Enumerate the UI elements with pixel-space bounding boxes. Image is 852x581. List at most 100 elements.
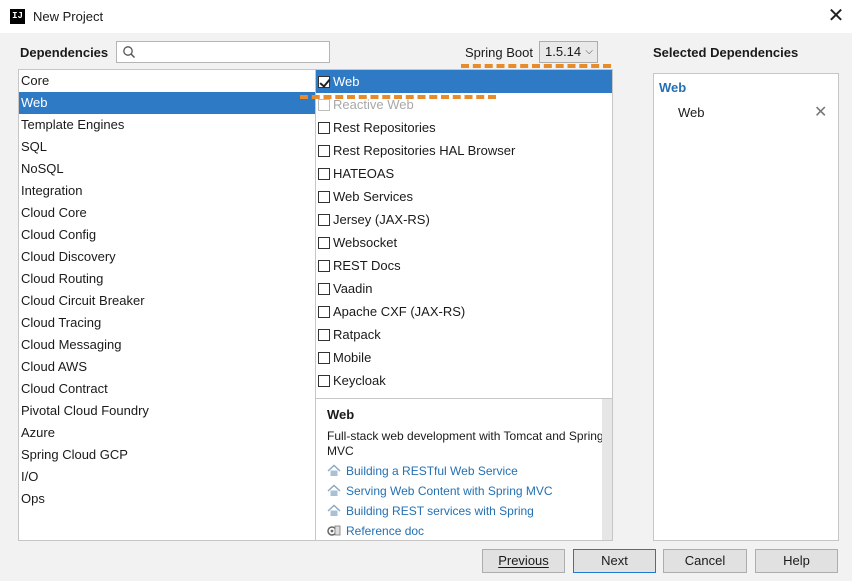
dependency-label: Vaadin bbox=[333, 281, 373, 296]
help-button[interactable]: Help bbox=[755, 549, 838, 573]
help-button-label: Help bbox=[783, 553, 810, 568]
dependency-checkbox[interactable] bbox=[318, 352, 330, 364]
category-item[interactable]: Cloud Config bbox=[19, 224, 315, 246]
dependency-checkbox[interactable] bbox=[318, 237, 330, 249]
selected-dependency-item: Web bbox=[678, 105, 705, 120]
dependency-checkbox[interactable] bbox=[318, 260, 330, 272]
dependency-checkbox[interactable] bbox=[318, 306, 330, 318]
category-item[interactable]: SQL bbox=[19, 136, 315, 158]
window-title: New Project bbox=[33, 9, 104, 24]
dependency-item[interactable]: Jersey (JAX-RS) bbox=[316, 208, 612, 231]
dependency-item[interactable]: Mobile bbox=[316, 346, 612, 369]
next-button-label: Next bbox=[601, 553, 628, 568]
next-button[interactable]: Next bbox=[573, 549, 656, 573]
dependency-label: Rest Repositories HAL Browser bbox=[333, 143, 516, 158]
category-item[interactable]: Template Engines bbox=[19, 114, 315, 136]
selected-dependencies-panel: Web Web ✕ bbox=[653, 73, 839, 541]
category-item[interactable]: Azure bbox=[19, 422, 315, 444]
guide-link[interactable]: Building a RESTful Web Service bbox=[327, 464, 518, 478]
guide-link[interactable]: Serving Web Content with Spring MVC bbox=[327, 484, 553, 498]
dependency-item[interactable]: Websocket bbox=[316, 231, 612, 254]
dependency-checkbox[interactable] bbox=[318, 122, 330, 134]
dependency-checkbox[interactable] bbox=[318, 329, 330, 341]
category-item[interactable]: Cloud Routing bbox=[19, 268, 315, 290]
cancel-button[interactable]: Cancel bbox=[663, 549, 747, 573]
search-input[interactable] bbox=[116, 41, 330, 63]
selected-group-label: Web bbox=[659, 80, 687, 95]
guide-link-label: Reference doc bbox=[346, 524, 425, 538]
dependency-checkbox[interactable] bbox=[318, 145, 330, 157]
dependency-checkbox[interactable] bbox=[318, 191, 330, 203]
description-title: Web bbox=[327, 407, 355, 422]
previous-button-label: Previous bbox=[498, 553, 549, 568]
description-text: Full-stack web development with Tomcat a… bbox=[327, 429, 604, 458]
search-icon bbox=[123, 46, 136, 59]
description-scrollbar[interactable] bbox=[602, 399, 612, 540]
category-item[interactable]: NoSQL bbox=[19, 158, 315, 180]
dependency-checkbox[interactable] bbox=[318, 168, 330, 180]
dependency-item[interactable]: Apache CXF (JAX-RS) bbox=[316, 300, 612, 323]
annotation-dash-bottom bbox=[300, 95, 496, 99]
title-bar: IJ New Project ✕ bbox=[0, 0, 852, 33]
dependency-item[interactable]: HATEOAS bbox=[316, 162, 612, 185]
category-item[interactable]: Web bbox=[19, 92, 315, 114]
dependency-label: Web bbox=[333, 74, 360, 89]
guide-link[interactable]: Reference doc bbox=[327, 524, 424, 538]
dependencies-label: Dependencies bbox=[20, 45, 109, 60]
dependency-item[interactable]: Rest Repositories bbox=[316, 116, 612, 139]
category-item[interactable]: I/O bbox=[19, 466, 315, 488]
dependency-label: HATEOAS bbox=[333, 166, 395, 181]
guide-link-label: Building a RESTful Web Service bbox=[346, 464, 518, 478]
dependency-item[interactable]: Keycloak bbox=[316, 369, 612, 392]
dependency-item[interactable]: Vaadin bbox=[316, 277, 612, 300]
dependency-checkbox[interactable] bbox=[318, 214, 330, 226]
dependency-label: REST Docs bbox=[333, 258, 401, 273]
house-icon bbox=[327, 484, 341, 496]
guide-link[interactable]: Building REST services with Spring bbox=[327, 504, 534, 518]
category-item[interactable]: Cloud Tracing bbox=[19, 312, 315, 334]
category-item[interactable]: Cloud Discovery bbox=[19, 246, 315, 268]
category-item[interactable]: Cloud Messaging bbox=[19, 334, 315, 356]
dependency-item[interactable]: Ratpack bbox=[316, 323, 612, 346]
dependency-label: Web Services bbox=[333, 189, 413, 204]
dependency-checkbox[interactable] bbox=[318, 76, 330, 88]
cancel-button-label: Cancel bbox=[684, 553, 726, 568]
spring-boot-version-value: 1.5.14 bbox=[545, 44, 582, 59]
dependency-item[interactable]: Web bbox=[316, 70, 612, 93]
dependency-checkbox bbox=[318, 99, 330, 111]
dependency-label: Keycloak bbox=[333, 373, 386, 388]
dependency-item[interactable]: Rest Repositories HAL Browser bbox=[316, 139, 612, 162]
category-item[interactable]: Cloud Contract bbox=[19, 378, 315, 400]
category-item[interactable]: Core bbox=[19, 70, 315, 92]
category-item[interactable]: Pivotal Cloud Foundry bbox=[19, 400, 315, 422]
spring-boot-version-select[interactable]: 1.5.14 ⌵ bbox=[539, 41, 598, 63]
dependency-item[interactable]: REST Docs bbox=[316, 254, 612, 277]
category-item[interactable]: Integration bbox=[19, 180, 315, 202]
house-icon bbox=[327, 504, 341, 516]
dependency-label: Jersey (JAX-RS) bbox=[333, 212, 430, 227]
category-item[interactable]: Cloud AWS bbox=[19, 356, 315, 378]
gear-doc-icon bbox=[327, 525, 341, 536]
dependency-checkbox[interactable] bbox=[318, 375, 330, 387]
category-list: Core Web Template Engines SQL NoSQL Integrati… bbox=[18, 69, 316, 541]
dependency-description-panel: Web Full-stack web development with Tomc… bbox=[315, 398, 613, 541]
dependency-item[interactable]: Web Services bbox=[316, 185, 612, 208]
close-icon[interactable]: ✕ bbox=[826, 5, 846, 27]
previous-button[interactable]: Previous bbox=[482, 549, 565, 573]
category-item[interactable]: Cloud Core bbox=[19, 202, 315, 224]
dependency-label: Rest Repositories bbox=[333, 120, 436, 135]
dependency-label: Reactive Web bbox=[333, 97, 414, 112]
dependency-list: Web Reactive Web Rest Repositories Rest Rep… bbox=[315, 69, 613, 399]
dependency-label: Apache CXF (JAX-RS) bbox=[333, 304, 466, 319]
dependency-checkbox[interactable] bbox=[318, 283, 330, 295]
category-item[interactable]: Spring Cloud GCP bbox=[19, 444, 315, 466]
dependency-label: Ratpack bbox=[333, 327, 381, 342]
house-icon bbox=[327, 464, 341, 476]
guide-link-label: Building REST services with Spring bbox=[346, 504, 534, 518]
remove-icon[interactable]: ✕ bbox=[814, 102, 827, 122]
chevron-down-icon: ⌵ bbox=[585, 46, 593, 57]
category-item[interactable]: Ops bbox=[19, 488, 315, 510]
guide-link-label: Serving Web Content with Spring MVC bbox=[346, 484, 553, 498]
category-item[interactable]: Cloud Circuit Breaker bbox=[19, 290, 315, 312]
dependency-label: Mobile bbox=[333, 350, 372, 365]
